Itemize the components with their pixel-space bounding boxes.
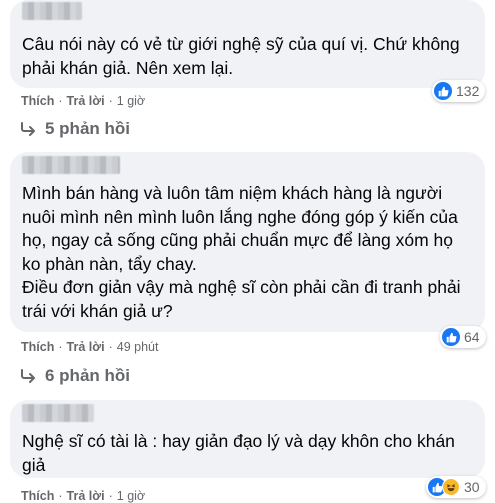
comment-bubble: Nghệ sĩ có tài là : hay giản đạo lý và d… [10, 400, 485, 478]
comment-bubble: Câu nói này có vẻ từ giới nghệ sỹ của qu… [10, 0, 485, 88]
like-link[interactable]: Thích [21, 94, 54, 108]
reply-link[interactable]: Trả lời [67, 340, 105, 354]
comment-actions: Thích · Trả lời · 49 phút [21, 340, 159, 354]
reaction-summary[interactable]: 64 [440, 326, 486, 348]
reply-arrow-icon [21, 369, 35, 383]
comment-text: Câu nói này có vẻ từ giới nghệ sỹ của qu… [22, 34, 460, 78]
comment-actions: Thích · Trả lời · 1 giờ [21, 94, 146, 108]
commenter-name-redacted[interactable] [22, 2, 82, 20]
comment-actions: Thích · Trả lời · 1 giờ [21, 489, 146, 503]
commenter-name-redacted[interactable] [22, 404, 94, 422]
like-icon [442, 328, 460, 346]
reaction-count: 132 [456, 83, 480, 99]
reaction-count: 30 [464, 479, 480, 495]
comment-time[interactable]: 49 phút [117, 340, 159, 354]
like-link[interactable]: Thích [21, 340, 54, 354]
reaction-count: 64 [464, 329, 480, 345]
replies-count-label: 5 phản hồi [45, 119, 130, 138]
reply-arrow-icon [21, 122, 35, 136]
comment-bubble: Mình bán hàng và luôn tâm niệm khách hàn… [10, 152, 485, 332]
reply-link[interactable]: Trả lời [67, 489, 105, 503]
like-link[interactable]: Thích [21, 489, 54, 503]
commenter-name-redacted[interactable] [22, 156, 120, 174]
view-replies-button[interactable]: 5 phản hồi [19, 119, 130, 139]
reaction-summary[interactable]: 30 [426, 476, 486, 498]
haha-icon [442, 478, 460, 496]
reply-link[interactable]: Trả lời [67, 94, 105, 108]
like-icon [434, 82, 452, 100]
comment-time[interactable]: 1 giờ [117, 94, 145, 108]
comment-time[interactable]: 1 giờ [117, 489, 145, 503]
view-replies-button[interactable]: 6 phản hồi [19, 366, 130, 386]
comment-text: Nghệ sĩ có tài là : hay giản đạo lý và d… [22, 431, 455, 475]
comment-text: Mình bán hàng và luôn tâm niệm khách hàn… [22, 183, 461, 321]
replies-count-label: 6 phản hồi [45, 366, 130, 385]
reaction-summary[interactable]: 132 [432, 80, 486, 102]
